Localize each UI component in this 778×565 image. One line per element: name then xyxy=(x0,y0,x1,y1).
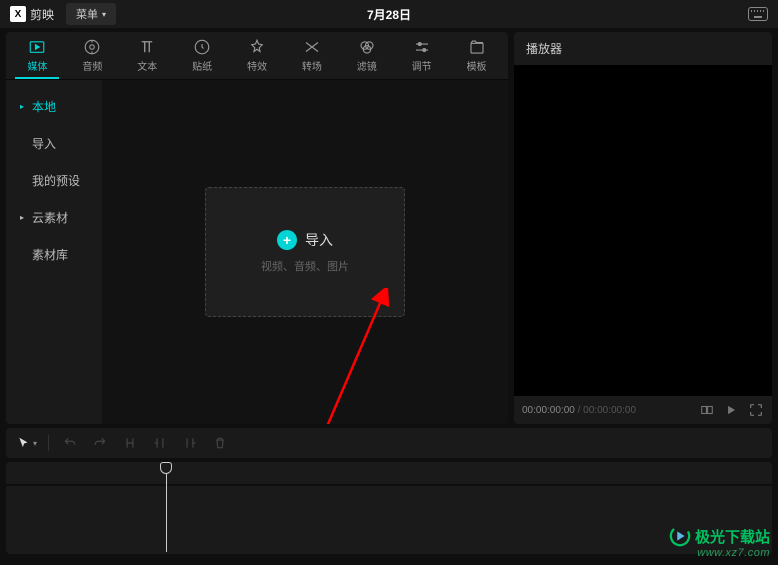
filter-icon xyxy=(358,38,376,56)
keyboard-shortcuts-icon[interactable] xyxy=(748,7,768,21)
watermark-text: 极光下载站 xyxy=(695,526,770,547)
sidebar-item-local[interactable]: ▸ 本地 xyxy=(6,88,102,125)
plus-icon: + xyxy=(277,230,297,250)
asset-panel: 媒体 音频 文本 贴纸 xyxy=(6,32,508,424)
main-area: 媒体 音频 文本 贴纸 xyxy=(0,28,778,428)
sidebar-item-library[interactable]: 素材库 xyxy=(6,236,102,273)
asset-content: + 导入 视频、音频、图片 xyxy=(102,80,508,424)
template-icon xyxy=(468,38,486,56)
watermark: 极光下载站 www.xz7.com xyxy=(669,525,770,559)
sidebar-item-label: 我的预设 xyxy=(32,172,80,189)
caret-right-icon: ▸ xyxy=(20,213,28,222)
play-icon[interactable] xyxy=(724,403,738,417)
tab-effects[interactable]: 特效 xyxy=(230,32,285,79)
timeline[interactable] xyxy=(6,462,772,554)
playhead-line xyxy=(166,474,167,552)
divider xyxy=(48,435,49,451)
tab-label: 媒体 xyxy=(27,58,47,73)
time-current: 00:00:00:00 xyxy=(522,405,575,416)
sidebar-item-import[interactable]: 导入 xyxy=(6,125,102,162)
titlebar: X 剪映 菜单 ▾ 7月28日 xyxy=(0,0,778,28)
tab-label: 滤镜 xyxy=(357,58,377,73)
asset-sidebar: ▸ 本地 导入 我的预设 ▸ 云素材 素材库 xyxy=(6,80,102,424)
sidebar-item-presets[interactable]: 我的预设 xyxy=(6,162,102,199)
sidebar-item-label: 素材库 xyxy=(32,246,68,263)
watermark-icon xyxy=(669,525,691,547)
tab-label: 音频 xyxy=(82,58,102,73)
tab-label: 转场 xyxy=(302,58,322,73)
tab-label: 文本 xyxy=(137,58,157,73)
chevron-down-icon: ▾ xyxy=(33,439,37,448)
tab-label: 贴纸 xyxy=(192,58,212,73)
asset-tabs: 媒体 音频 文本 贴纸 xyxy=(6,32,508,80)
tab-sticker[interactable]: 贴纸 xyxy=(175,32,230,79)
sidebar-item-label: 导入 xyxy=(32,135,56,152)
player-viewport[interactable] xyxy=(514,65,772,396)
split-button[interactable] xyxy=(117,432,143,454)
redo-button[interactable] xyxy=(87,432,113,454)
delete-left-button[interactable] xyxy=(147,432,173,454)
media-icon xyxy=(28,38,46,56)
tab-template[interactable]: 模板 xyxy=(449,32,504,79)
project-title: 7月28日 xyxy=(367,6,411,23)
menu-label: 菜单 xyxy=(76,6,98,22)
playhead-handle[interactable] xyxy=(160,462,172,474)
player-panel: 播放器 00:00:00:00 / 00:00:00:00 xyxy=(514,32,772,424)
player-controls: 00:00:00:00 / 00:00:00:00 xyxy=(514,396,772,424)
import-dropzone[interactable]: + 导入 视频、音频、图片 xyxy=(205,187,405,317)
tab-label: 模板 xyxy=(467,58,487,73)
watermark-url: www.xz7.com xyxy=(669,547,770,559)
menu-button[interactable]: 菜单 ▾ xyxy=(66,3,116,25)
fullscreen-icon[interactable] xyxy=(748,402,764,418)
sidebar-item-label: 云素材 xyxy=(32,209,68,226)
time-total: 00:00:00:00 xyxy=(583,405,636,416)
sidebar-item-cloud[interactable]: ▸ 云素材 xyxy=(6,199,102,236)
tab-text[interactable]: 文本 xyxy=(120,32,175,79)
sticker-icon xyxy=(193,38,211,56)
app-logo: X 剪映 xyxy=(10,6,54,23)
effects-icon xyxy=(248,38,266,56)
tab-label: 调节 xyxy=(412,58,432,73)
app-name: 剪映 xyxy=(30,6,54,23)
chevron-down-icon: ▾ xyxy=(102,10,106,19)
delete-button[interactable] xyxy=(207,432,233,454)
tab-audio[interactable]: 音频 xyxy=(65,32,120,79)
tab-filter[interactable]: 滤镜 xyxy=(339,32,394,79)
undo-button[interactable] xyxy=(57,432,83,454)
caret-right-icon: ▸ xyxy=(20,102,28,111)
import-label: 导入 xyxy=(305,230,333,250)
adjust-icon xyxy=(413,38,431,56)
import-subtitle: 视频、音频、图片 xyxy=(261,258,349,274)
tab-media[interactable]: 媒体 xyxy=(10,32,65,79)
text-icon xyxy=(138,38,156,56)
tab-label: 特效 xyxy=(247,58,267,73)
sidebar-item-label: 本地 xyxy=(32,98,56,115)
player-title: 播放器 xyxy=(514,32,772,65)
logo-icon: X xyxy=(10,6,26,22)
transition-icon xyxy=(303,38,321,56)
playhead[interactable] xyxy=(160,462,172,552)
timeline-ruler xyxy=(6,484,772,486)
ratio-icon[interactable] xyxy=(700,403,714,417)
audio-icon xyxy=(83,38,101,56)
tab-transition[interactable]: 转场 xyxy=(284,32,339,79)
tab-adjust[interactable]: 调节 xyxy=(394,32,449,79)
timeline-toolbar: ▾ xyxy=(6,428,772,458)
timecode: 00:00:00:00 / 00:00:00:00 xyxy=(522,405,636,416)
delete-right-button[interactable] xyxy=(177,432,203,454)
cursor-tool[interactable]: ▾ xyxy=(14,432,40,454)
